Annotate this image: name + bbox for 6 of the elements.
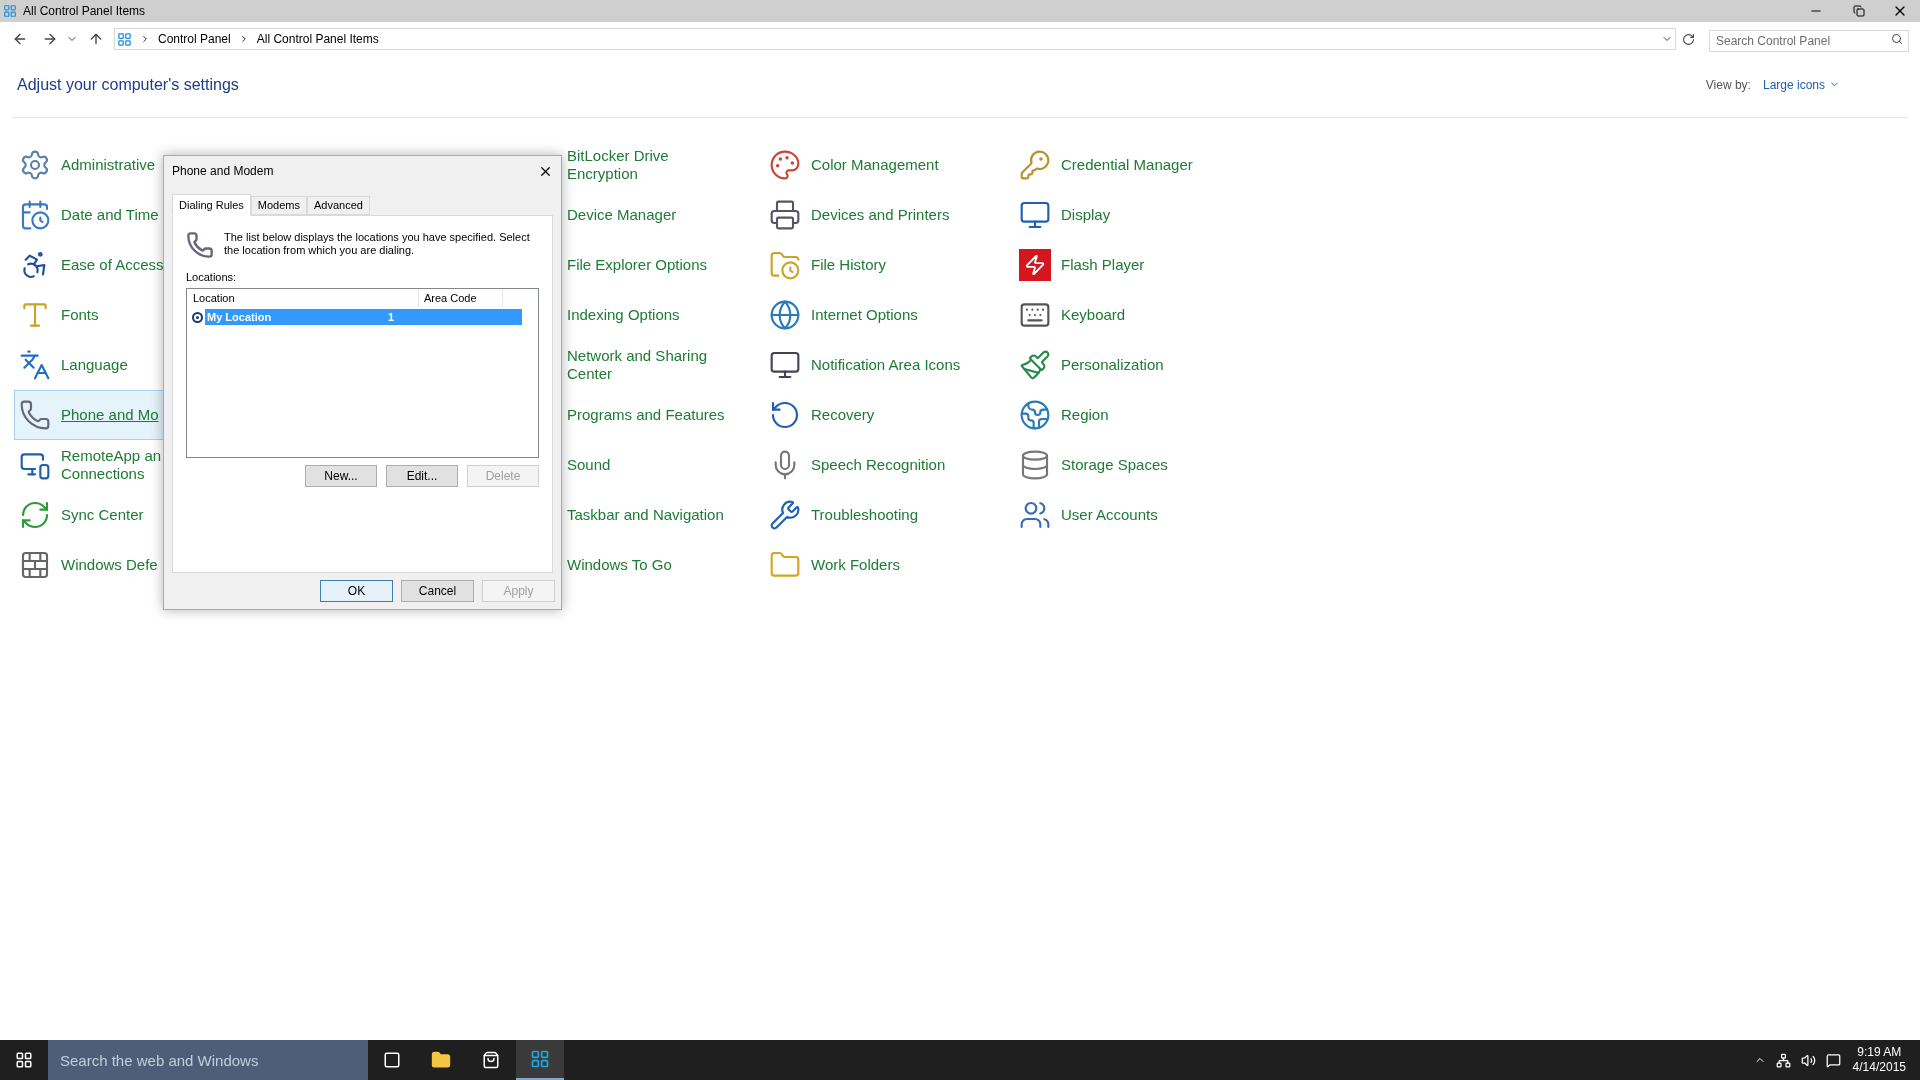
window-title: All Control Panel Items [23,3,146,20]
view-by-label: View by: [1705,76,1751,94]
locations-label: Locations: [186,270,238,285]
dialog-description: The list below displays the locations you have specified. Select the location from which you are dialing. [224,231,531,258]
page-heading: Adjust your computer's settings [17,74,239,95]
dialog-title: Phone and Modem [172,163,274,180]
